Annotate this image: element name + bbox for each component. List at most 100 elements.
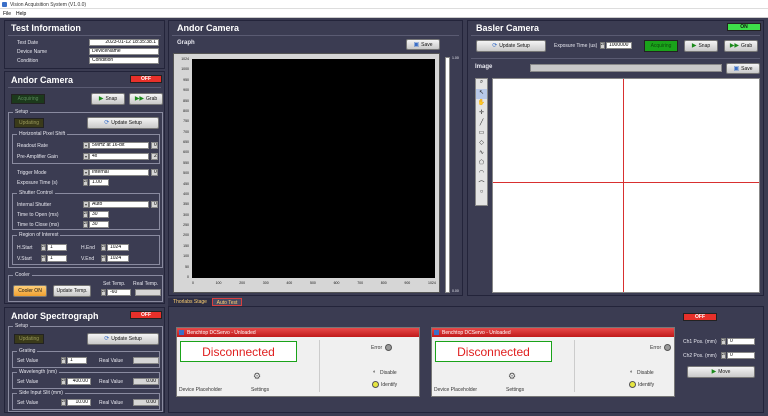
basler-snap-button[interactable]: ▶ Snap — [684, 40, 718, 52]
grating-spinner[interactable]: ▴▾ — [61, 357, 66, 364]
slit-set-field[interactable]: 10.00 — [67, 399, 91, 406]
point-tool-icon[interactable]: ✛ — [476, 109, 487, 119]
stage2-identify-label[interactable]: Identify — [638, 382, 654, 388]
y-tick-label: 450 — [183, 181, 189, 186]
annulus-tool-icon[interactable]: ◠ — [476, 169, 487, 179]
stage2-settings-icon[interactable]: ⚙ — [508, 371, 516, 382]
tab-auto-test[interactable]: Auto Test — [212, 298, 242, 306]
device-name-field[interactable]: DeviceName — [89, 48, 159, 55]
andor-image-area[interactable] — [192, 59, 435, 278]
oval-tool-icon[interactable]: ○ — [476, 189, 487, 199]
shutter-group: Shutter Control Internal Shutter ▾ Auto … — [12, 190, 160, 230]
pointer-tool-icon[interactable]: ↖ — [476, 89, 487, 99]
hstart-field[interactable]: 1 — [47, 244, 67, 251]
polygon-tool-icon[interactable]: ⬠ — [476, 159, 487, 169]
stage1-identify-led[interactable] — [372, 381, 379, 388]
exposure-field[interactable]: 1.00 — [89, 179, 109, 186]
spec-update-setup-button[interactable]: ⟳ Update Setup — [87, 333, 159, 345]
menu-file[interactable]: File — [3, 11, 11, 17]
freehand-tool-icon[interactable]: ∿ — [476, 149, 487, 159]
stage2-disable-label[interactable]: Disable — [637, 370, 654, 376]
andor-save-button[interactable]: ▣ Save — [406, 39, 440, 50]
ch2-spinner[interactable]: ▴▾ — [721, 352, 726, 359]
menu-help[interactable]: Help — [16, 11, 26, 17]
hstart-label: H.Start — [17, 245, 33, 251]
test-date-field[interactable]: 2023-01-12 18:35:38.1 — [89, 39, 159, 46]
vend-field[interactable]: 1024 — [107, 255, 129, 262]
stage2-device-icon — [434, 330, 439, 335]
x-tick-label: 700 — [357, 281, 364, 285]
stage2-error-led — [664, 344, 671, 351]
basler-power-toggle[interactable]: ON — [727, 23, 761, 31]
readout-field[interactable]: 5MHz at 16-bit — [89, 142, 149, 149]
int-shutter-field[interactable]: Auto — [89, 201, 149, 208]
trigger-field[interactable]: Internal — [89, 169, 149, 176]
stage2-settings-label[interactable]: Settings — [506, 387, 524, 393]
rotated-rect-tool-icon[interactable]: ◇ — [476, 139, 487, 149]
vstart-field[interactable]: 1 — [47, 255, 67, 262]
basler-image-area[interactable] — [492, 78, 760, 293]
hend-field[interactable]: 1024 — [107, 244, 129, 251]
slit-spinner[interactable]: ▴▾ — [61, 399, 66, 406]
tab-thorlabs-stage[interactable]: Thorlabs Stage — [168, 298, 212, 306]
andor-update-setup-button[interactable]: ⟳ Update Setup — [87, 117, 159, 129]
set-temp-field[interactable]: -60 — [107, 289, 131, 296]
stage-power-toggle[interactable]: OFF — [683, 313, 717, 321]
stage1-status-label: Disconnected — [202, 344, 275, 359]
wl-spinner[interactable]: ▴▾ — [61, 378, 66, 385]
vend-spinner[interactable]: ▴▾ — [101, 255, 106, 262]
x-tick-label: 400 — [286, 281, 293, 285]
real-temp-field — [135, 289, 161, 296]
stage1-settings-icon[interactable]: ⚙ — [253, 371, 261, 382]
condition-field[interactable]: Condition — [89, 57, 159, 64]
preamp-field[interactable]: 4x — [89, 153, 149, 160]
stage1-settings-label[interactable]: Settings — [251, 387, 269, 393]
andor-grab-button[interactable]: ▶▶ Grab — [129, 93, 163, 105]
hend-spinner[interactable]: ▴▾ — [101, 244, 106, 251]
ch1-field[interactable]: 0 — [727, 338, 755, 345]
grating-set-field[interactable]: 1 — [67, 357, 87, 364]
basler-update-setup-button[interactable]: ⟳ Update Setup — [476, 40, 546, 52]
pan-tool-icon[interactable]: ✋ — [476, 99, 487, 109]
stage2-identify-led[interactable] — [629, 381, 636, 388]
stage1-disable-label[interactable]: Disable — [380, 370, 397, 376]
cooler-on-button[interactable]: Cooler ON — [13, 285, 47, 297]
stage1-header: Benchtop DCServo - Unloaded — [177, 328, 419, 337]
zoom-tool-icon[interactable]: ⌕ — [476, 79, 487, 89]
andor-snap-button[interactable]: ▶ Snap — [91, 93, 125, 105]
basler-exposure-field[interactable]: 1000000 — [606, 42, 632, 49]
andor-power-toggle[interactable]: OFF — [130, 75, 162, 83]
x-tick-label: 200 — [239, 281, 246, 285]
set-temp-spinner[interactable]: ▴▾ — [101, 289, 106, 296]
line-tool-icon[interactable]: ╱ — [476, 119, 487, 129]
open-time-spinner[interactable]: ▴▾ — [83, 211, 88, 218]
spectrograph-power-toggle[interactable]: OFF — [130, 311, 162, 319]
open-time-field[interactable]: 30 — [89, 211, 109, 218]
ch2-field[interactable]: 0 — [727, 352, 755, 359]
spectrograph-title: Andor Spectrograph — [11, 311, 99, 321]
move-button[interactable]: ▶ Move — [687, 366, 755, 378]
basler-exposure-spinner[interactable]: ▴▾ — [600, 42, 605, 49]
basler-save-button[interactable]: ▣ Save — [726, 63, 760, 74]
rectangle-tool-icon[interactable]: ▭ — [476, 129, 487, 139]
close-time-field[interactable]: 30 — [89, 221, 109, 228]
slit-title: Side Input Slit (mm) — [17, 390, 65, 396]
basler-grab-button[interactable]: ▶▶ Grab — [724, 40, 758, 52]
y-tick-label: 350 — [183, 202, 189, 207]
polyline-tool-icon[interactable]: ⌒ — [476, 179, 487, 189]
hstart-spinner[interactable]: ▴▾ — [41, 244, 46, 251]
stage1-identify-label[interactable]: Identify — [381, 382, 397, 388]
andor-update-setup-label: Update Setup — [111, 120, 142, 126]
update-temp-button[interactable]: Update Temp. — [53, 285, 91, 297]
stage1-device-icon — [179, 330, 184, 335]
stage1-disable-icon[interactable]: ◐ — [373, 369, 376, 375]
ch1-spinner[interactable]: ▴▾ — [721, 338, 726, 345]
vstart-spinner[interactable]: ▴▾ — [41, 255, 46, 262]
exposure-spinner[interactable]: ▴▾ — [83, 179, 88, 186]
device-name-label: Device Name — [17, 49, 48, 55]
close-time-spinner[interactable]: ▴▾ — [83, 221, 88, 228]
wl-set-field[interactable]: 400.00 — [67, 378, 91, 385]
scale-top-label: 1.00 — [452, 56, 459, 60]
stage2-disable-icon[interactable]: ◐ — [630, 369, 633, 375]
shutter-title: Shutter Control — [17, 190, 55, 196]
